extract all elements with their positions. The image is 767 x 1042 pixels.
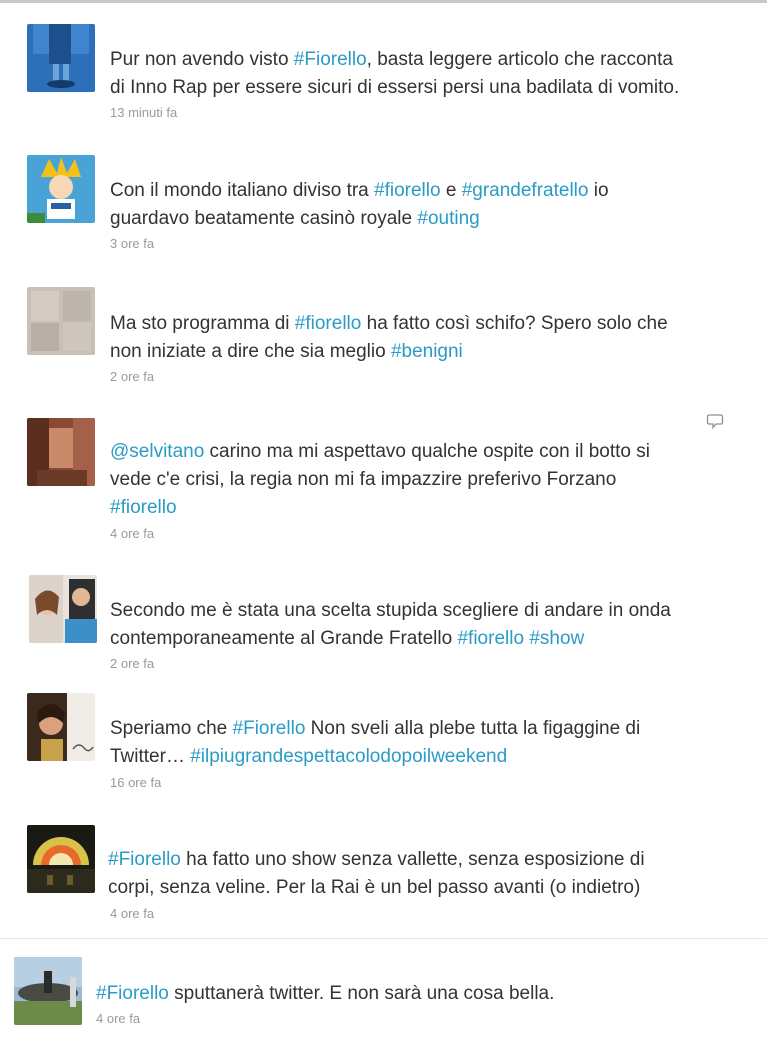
avatar[interactable] (27, 418, 95, 486)
tweet-text-segment: , basta leggere articolo che racconta (366, 49, 673, 70)
tweet-text-segment: Ma sto programma di (110, 313, 295, 334)
tweet-text-line: guardavo beatamente casinò royale #outin… (110, 205, 609, 233)
tweet-text: Ma sto programma di #fiorello ha fatto c… (110, 310, 668, 366)
tweet-text-segment: carino ma mi aspettavo qualche ospite co… (204, 441, 650, 462)
tweet-text-segment: guardavo beatamente casinò royale (110, 208, 418, 229)
hashtag-link[interactable]: #fiorello (110, 497, 177, 518)
tweet-text-line: Con il mondo italiano diviso tra #fiorel… (110, 177, 609, 205)
hashtag-link[interactable]: #show (529, 628, 584, 649)
tweet-text-line: corpi, senza veline. Per la Rai è un bel… (108, 874, 645, 902)
tweet-text-line: Ma sto programma di #fiorello ha fatto c… (110, 310, 668, 338)
top-border (0, 0, 767, 3)
tweet-text-line: di Inno Rap per essere sicuri di essersi… (110, 74, 679, 102)
tweet-text-line: Secondo me è stata una scelta stupida sc… (110, 597, 671, 625)
hashtag-link[interactable]: #Fiorello (96, 983, 169, 1004)
avatar[interactable] (29, 575, 97, 643)
tweet-text: @selvitano carino ma mi aspettavo qualch… (110, 438, 650, 522)
tweet-text-segment: corpi, senza veline. Per la Rai è un bel… (108, 877, 641, 898)
tweet-time[interactable]: 2 ore fa (110, 656, 154, 671)
hashtag-link[interactable]: #fiorello (457, 628, 524, 649)
avatar[interactable] (14, 957, 82, 1025)
hashtag-link[interactable]: #fiorello (295, 313, 362, 334)
tweet-text-segment: contemporaneamente al Grande Fratello (110, 628, 458, 649)
hashtag-link[interactable]: #benigni (391, 341, 463, 362)
tweet-text-segment: non iniziate a dire che sia meglio (110, 341, 391, 362)
hashtag-link[interactable]: #Fiorello (294, 49, 367, 70)
tweet-text: Secondo me è stata una scelta stupida sc… (110, 597, 671, 653)
tweet-text-line: #fiorello (110, 494, 650, 522)
tweet-text: Pur non avendo visto #Fiorello, basta le… (110, 46, 679, 102)
tweet-text-segment: Speriamo che (110, 718, 233, 739)
tweet-text-line: @selvitano carino ma mi aspettavo qualch… (110, 438, 650, 466)
reply-speech-bubble-icon[interactable] (706, 412, 724, 430)
tweet-text-line: non iniziate a dire che sia meglio #beni… (110, 338, 668, 366)
tweet-text-segment: sputtanerà twitter. E non sarà una cosa … (168, 983, 555, 1004)
tweet-text-segment: ha fatto uno show senza vallette, senza … (180, 849, 645, 870)
tweet-text-line: Twitter… #ilpiugrandespettacolodopoilwee… (110, 743, 640, 771)
tweet-text-segment: Non sveli alla plebe tutta la figaggine … (305, 718, 641, 739)
tweet-text: Speriamo che #Fiorello Non sveli alla pl… (110, 715, 640, 771)
tweet-time[interactable]: 4 ore fa (96, 1011, 140, 1026)
tweet-text: #Fiorello ha fatto uno show senza vallet… (108, 846, 645, 902)
hashtag-link[interactable]: #Fiorello (108, 849, 181, 870)
tweet-text-line: vede c'e crisi, la regia non mi fa impaz… (110, 466, 650, 494)
hashtag-link[interactable]: #fiorello (374, 180, 441, 201)
tweet-text-segment: e (440, 180, 462, 201)
tweet-text-segment: Twitter… (110, 746, 191, 767)
tweet-text-line: #Fiorello sputtanerà twitter. E non sarà… (96, 980, 554, 1008)
tweet-time[interactable]: 3 ore fa (110, 236, 154, 251)
tweet-text-line: contemporaneamente al Grande Fratello #f… (110, 625, 671, 653)
tweet-time[interactable]: 13 minuti fa (110, 105, 177, 120)
avatar[interactable] (27, 24, 95, 92)
tweet-time[interactable]: 4 ore fa (110, 526, 154, 541)
tweet-text-segment: Con il mondo italiano diviso tra (110, 180, 375, 201)
hashtag-link[interactable]: #ilpiugrandespettacolodopoilweekend (190, 746, 507, 767)
avatar[interactable] (27, 693, 95, 761)
tweet-text: Con il mondo italiano diviso tra #fiorel… (110, 177, 609, 233)
avatar[interactable] (27, 825, 95, 893)
tweet-text-segment: io (588, 180, 609, 201)
tweet-text-segment: di Inno Rap per essere sicuri di essersi… (110, 77, 680, 98)
tweet-text-segment: ha fatto così schifo? Spero solo che (361, 313, 668, 334)
hashtag-link[interactable]: #Fiorello (233, 718, 306, 739)
hashtag-link[interactable]: #outing (417, 208, 479, 229)
avatar[interactable] (27, 155, 95, 223)
divider (0, 938, 767, 939)
tweet-text-line: Pur non avendo visto #Fiorello, basta le… (110, 46, 679, 74)
avatar[interactable] (27, 287, 95, 355)
tweet-time[interactable]: 16 ore fa (110, 775, 161, 790)
tweet-text-segment: Secondo me è stata una scelta stupida sc… (110, 600, 671, 621)
tweet-text: #Fiorello sputtanerà twitter. E non sarà… (96, 980, 554, 1008)
mention-link[interactable]: @selvitano (110, 441, 204, 462)
tweet-text-segment: Pur non avendo visto (110, 49, 294, 70)
tweet-text-line: #Fiorello ha fatto uno show senza vallet… (108, 846, 645, 874)
hashtag-link[interactable]: #grandefratello (462, 180, 589, 201)
tweet-text-line: Speriamo che #Fiorello Non sveli alla pl… (110, 715, 640, 743)
tweet-text-segment: vede c'e crisi, la regia non mi fa impaz… (110, 469, 617, 490)
tweet-time[interactable]: 2 ore fa (110, 369, 154, 384)
tweet-time[interactable]: 4 ore fa (110, 906, 154, 921)
